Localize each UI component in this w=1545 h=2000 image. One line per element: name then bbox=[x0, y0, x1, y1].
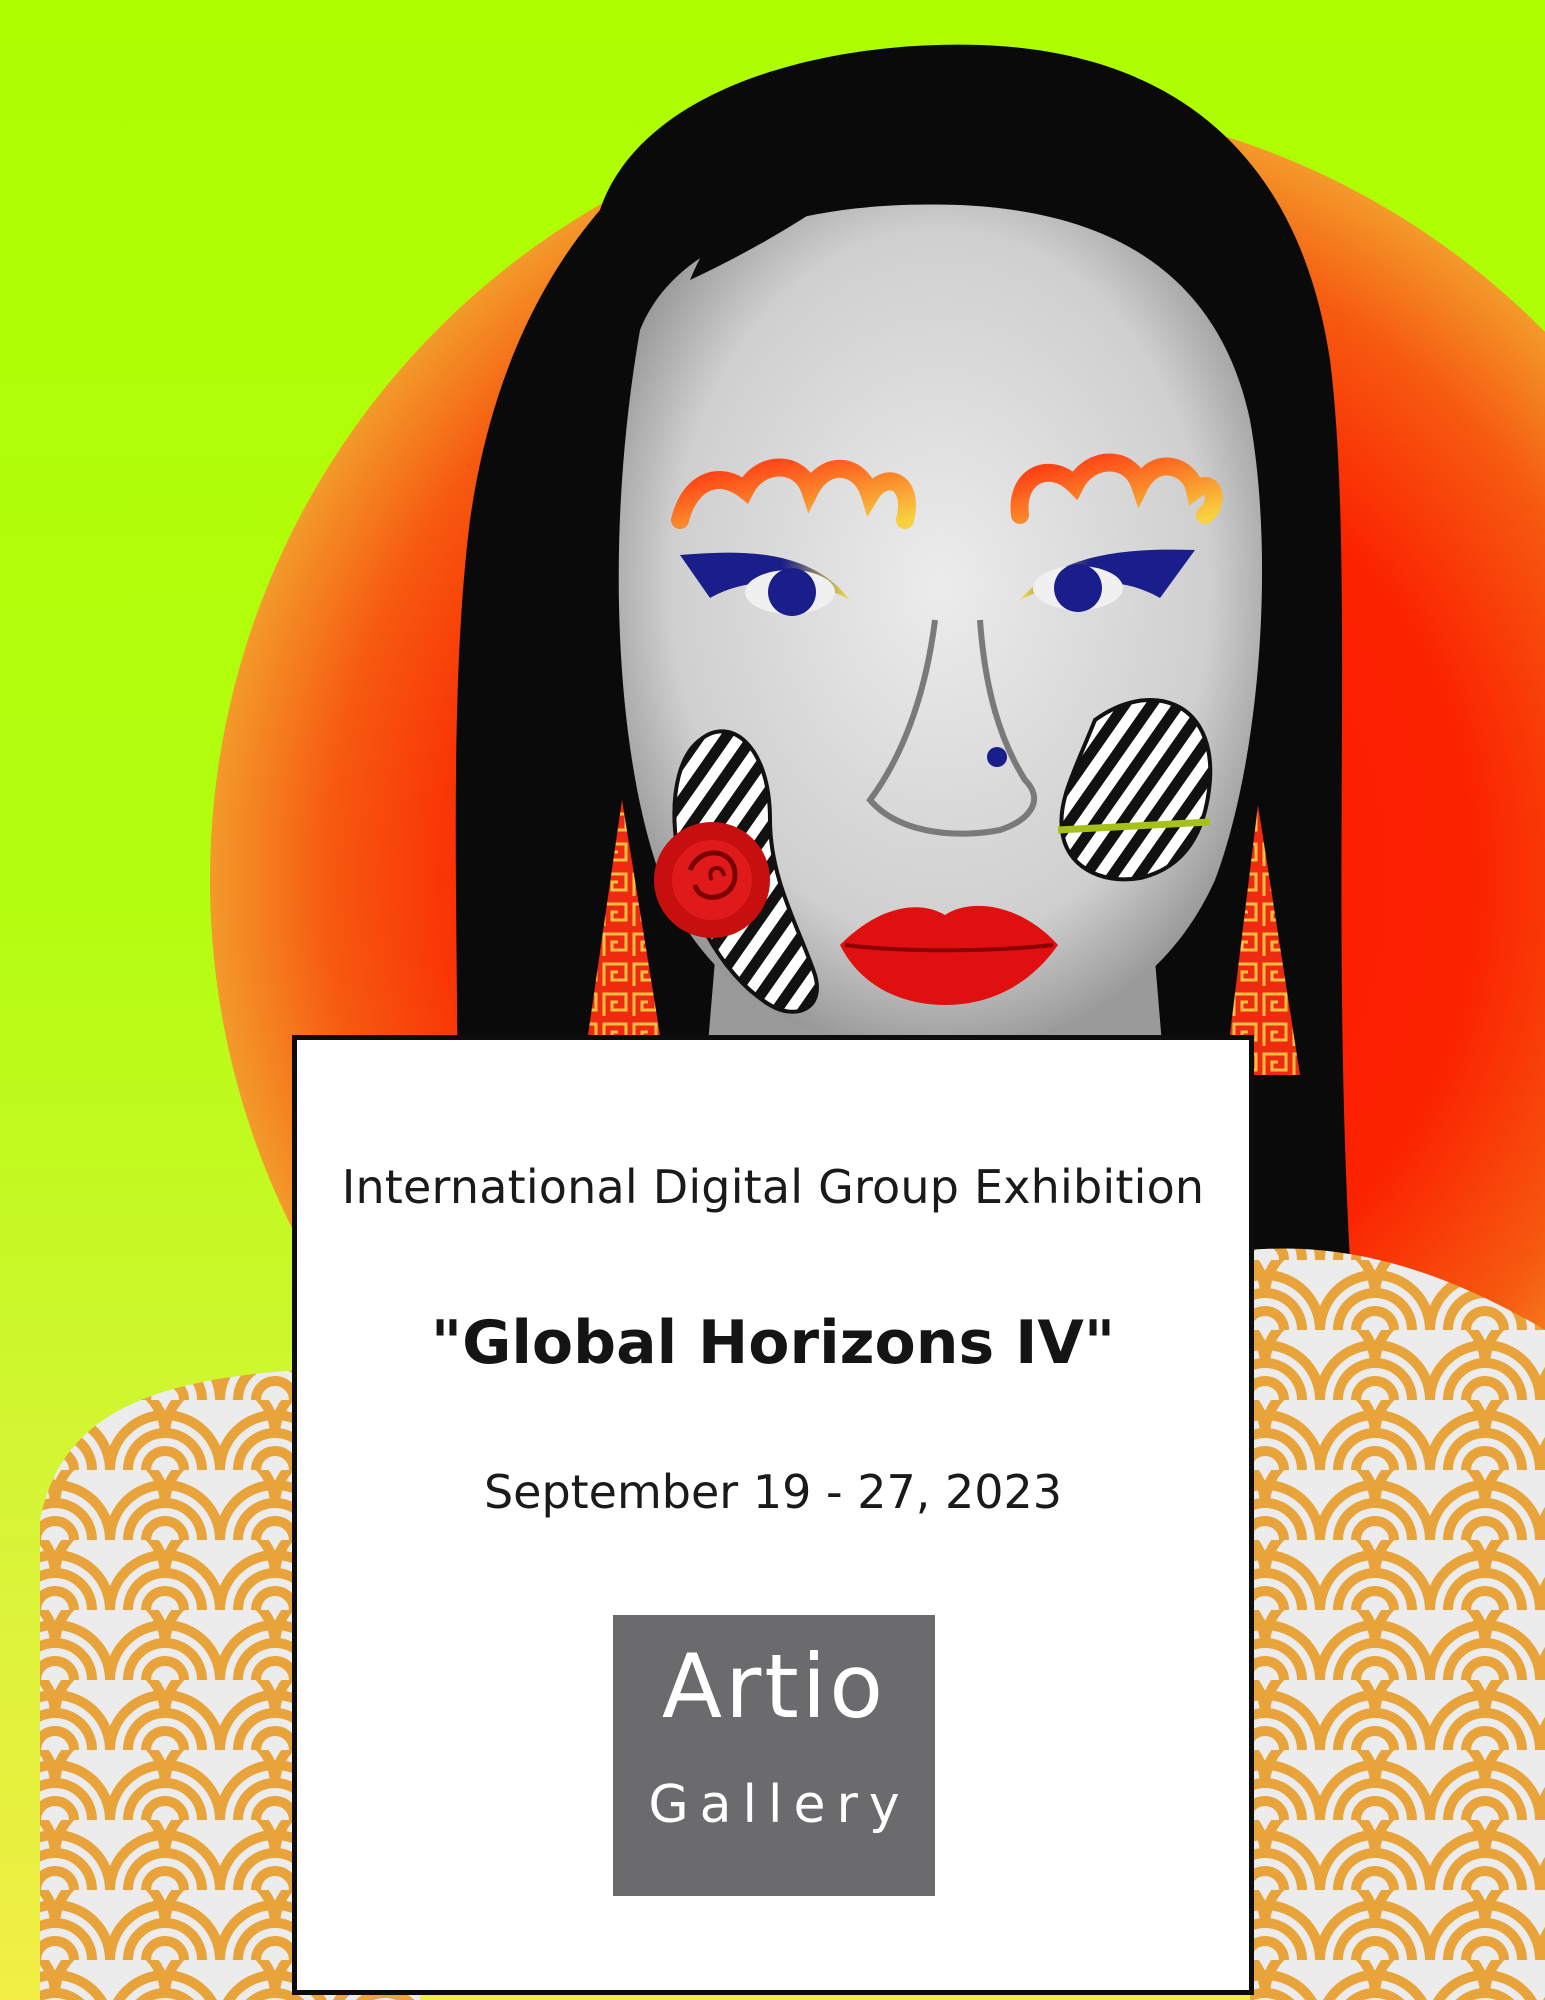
right-iris bbox=[1054, 564, 1102, 612]
logo-word: Artio bbox=[661, 1635, 887, 1738]
gallery-logo: Artio Gallery bbox=[613, 1615, 935, 1896]
exhibition-title: "Global Horizons IV" bbox=[430, 1308, 1116, 1378]
nose-dot bbox=[987, 747, 1007, 767]
exhibition-type: International Digital Group Exhibition bbox=[341, 1160, 1205, 1214]
exhibition-info-card: International Digital Group Exhibition "… bbox=[292, 1035, 1254, 1995]
logo-sub: Gallery bbox=[648, 1775, 911, 1835]
rose-icon bbox=[654, 822, 770, 938]
left-iris bbox=[768, 568, 816, 616]
exhibition-dates: September 19 - 27, 2023 bbox=[483, 1465, 1063, 1519]
right-shoulder bbox=[1250, 1248, 1545, 2000]
exhibition-poster: International Digital Group Exhibition "… bbox=[0, 0, 1545, 2000]
